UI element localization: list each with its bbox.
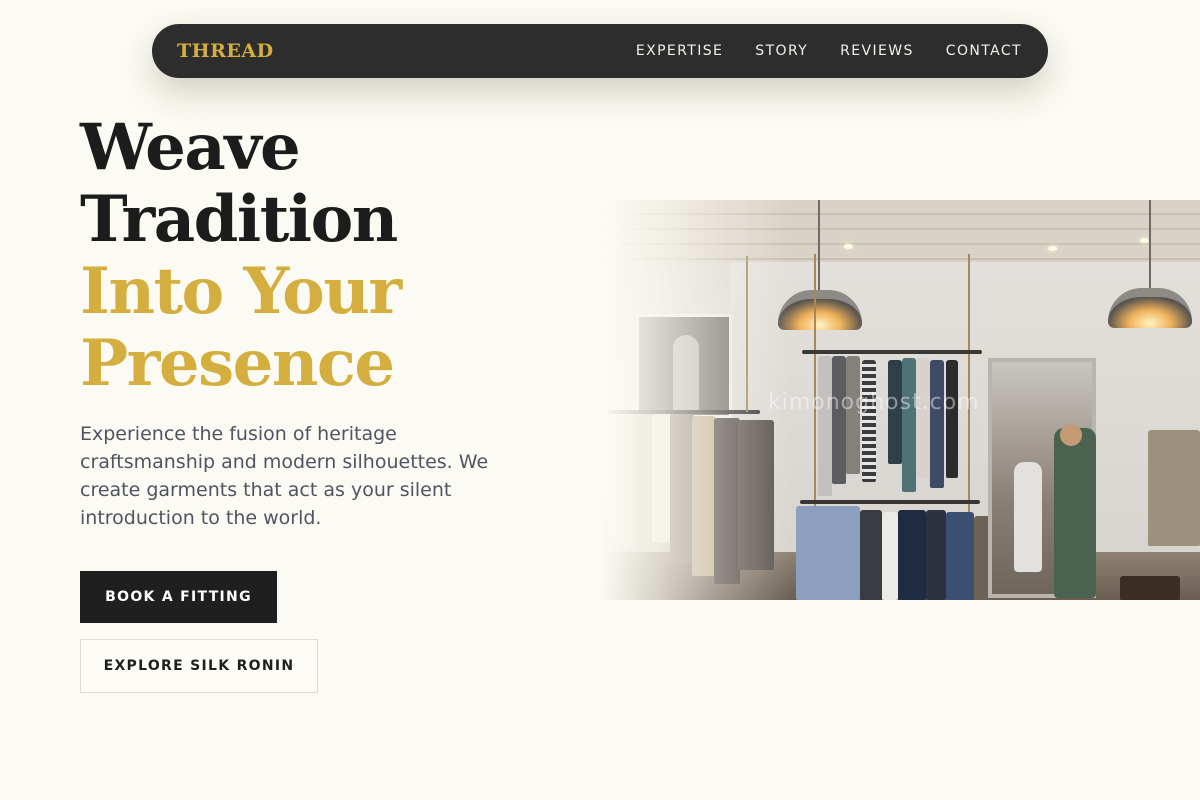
brand-logo[interactable]: THREAD [177,40,274,62]
hero-title-line-1: Weave [80,110,301,185]
top-navigation: THREAD EXPERTISE STORY REVIEWS CONTACT [152,24,1048,78]
nav-link-expertise[interactable]: EXPERTISE [636,43,723,59]
nav-link-contact[interactable]: CONTACT [946,43,1022,59]
hero-boutique-image: kimonoghost.com [600,200,1200,600]
hero-title-highlight-line-1: Into Your [80,254,402,329]
nav-link-story[interactable]: STORY [755,43,808,59]
hero-title-highlight-line-2: Presence [80,326,395,401]
book-fitting-button[interactable]: BOOK A FITTING [80,571,277,623]
nav-link-reviews[interactable]: REVIEWS [840,43,914,59]
nav-links: EXPERTISE STORY REVIEWS CONTACT [636,43,1022,59]
hero-title: Weave Tradition Into Your Presence [80,110,402,401]
image-watermark: kimonoghost.com [768,390,980,415]
explore-silk-ronin-button[interactable]: EXPLORE SILK RONIN [80,639,318,693]
hero-subtitle: Experience the fusion of heritage crafts… [80,423,489,529]
hero-title-line-2: Tradition [80,182,398,257]
